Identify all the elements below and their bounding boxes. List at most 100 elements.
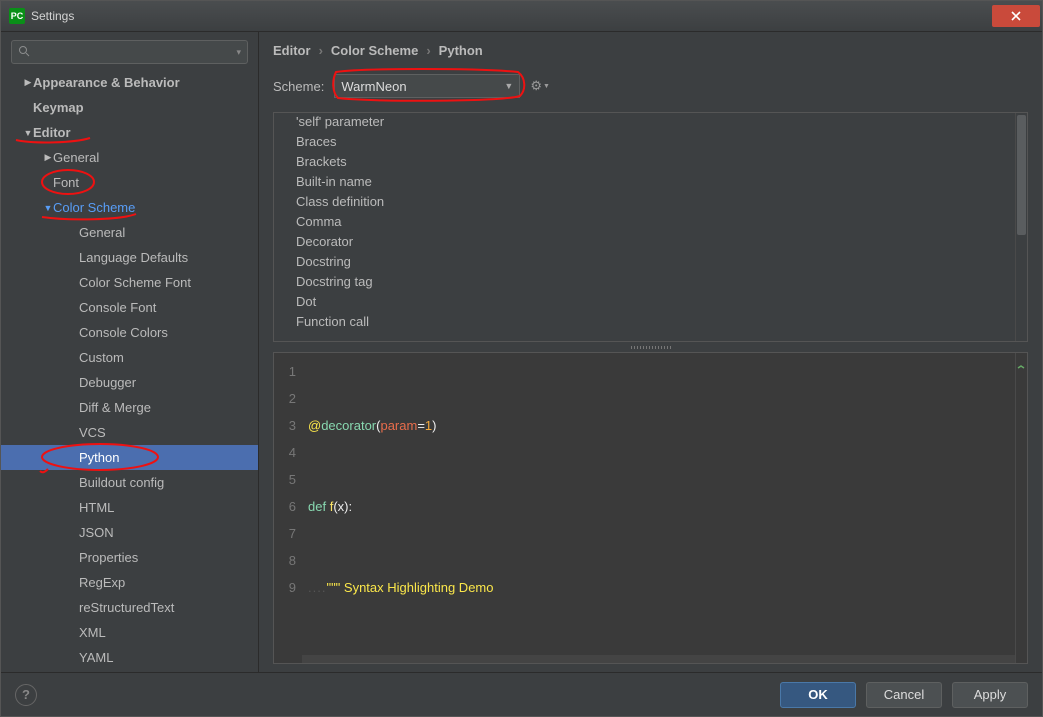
tree-item-vcs[interactable]: VCS [1,420,258,445]
splitter-handle[interactable] [273,342,1028,352]
tree-item-python[interactable]: Python [1,445,258,470]
attribute-item[interactable]: Decorator [274,233,1015,253]
tree-item-regexp[interactable]: RegExp [1,570,258,595]
tree-item-console-colors[interactable]: Console Colors [1,320,258,345]
tree-item-label: Custom [79,350,124,365]
tree-item-label: General [53,150,99,165]
chevron-down-icon: ▼ [504,81,513,91]
code-token: decorator [321,418,376,433]
tree-item-color-scheme-font[interactable]: Color Scheme Font [1,270,258,295]
code-token: ) [432,418,436,433]
collapse-icon: ▼ [23,128,33,138]
tree-item-label: Buildout config [79,475,164,490]
tree-item-color-scheme[interactable]: ▼Color Scheme [1,195,258,220]
attribute-list-panel: 'self' parameterBracesBracketsBuilt-in n… [273,112,1028,342]
attribute-item[interactable]: Braces [274,133,1015,153]
attribute-item[interactable]: Function call [274,313,1015,333]
tree-item-label: YAML [79,650,113,665]
gear-icon: ⚙ [530,78,542,94]
tree-item-general[interactable]: General [1,220,258,245]
attribute-item[interactable]: Dot [274,293,1015,313]
code-token: = [417,418,425,433]
tree-item-font[interactable]: Font [1,170,258,195]
attribute-item[interactable]: Built-in name [274,173,1015,193]
line-number: 7 [274,520,296,547]
scheme-label: Scheme: [273,79,324,94]
tree-item-xml[interactable]: XML [1,620,258,645]
chevron-right-icon: › [426,43,430,58]
tree-item-label: Console Font [79,300,156,315]
tree-item-restructuredtext[interactable]: reStructuredText [1,595,258,620]
app-icon: PC [9,8,25,24]
tree-item-language-defaults[interactable]: Language Defaults [1,245,258,270]
window-title: Settings [31,9,992,23]
line-gutter: 123456789 [274,353,302,663]
grip-icon [631,346,671,349]
attribute-item[interactable]: 'self' parameter [274,113,1015,133]
breadcrumb-item[interactable]: Color Scheme [331,43,418,58]
tree-item-label: Color Scheme Font [79,275,191,290]
cancel-button[interactable]: Cancel [866,682,942,708]
attribute-item[interactable]: Brackets [274,153,1015,173]
code-token: @ [308,418,321,433]
tree-item-label: Color Scheme [53,200,135,215]
line-number: 5 [274,466,296,493]
tree-item-debugger[interactable]: Debugger [1,370,258,395]
tree-item-general[interactable]: ▶General [1,145,258,170]
tree-item-label: Console Colors [79,325,168,340]
search-input[interactable]: ▾ [11,40,248,64]
tree-item-label: Appearance & Behavior [33,75,180,90]
attribute-item[interactable]: Class definition [274,193,1015,213]
ok-button[interactable]: OK [780,682,856,708]
tree-item-json[interactable]: JSON [1,520,258,545]
code-body: @decorator(param=1) def f(x): ....""" Sy… [302,353,1015,663]
scrollbar-thumb[interactable] [1017,115,1026,235]
scrollbar[interactable] [1015,113,1027,341]
breadcrumb-item[interactable]: Editor [273,43,311,58]
scrollbar[interactable] [1015,353,1027,663]
tree-item-properties[interactable]: Properties [1,545,258,570]
tree-item-label: Font [53,175,79,190]
line-number: 1 [274,358,296,385]
attribute-item[interactable]: Comma [274,213,1015,233]
tree-item-diff-merge[interactable]: Diff & Merge [1,395,258,420]
tree-item-label: General [79,225,125,240]
tree-item-custom[interactable]: Custom [1,345,258,370]
tree-item-label: Debugger [79,375,136,390]
attribute-item[interactable]: Docstring [274,253,1015,273]
chevron-down-icon: ▼ [543,83,550,90]
settings-sidebar: ▾ ▶Appearance & BehaviorKeymap▼Editor▶Ge… [1,32,259,672]
breadcrumb: Editor › Color Scheme › Python [259,32,1042,68]
titlebar: PC Settings [1,1,1042,32]
attribute-list[interactable]: 'self' parameterBracesBracketsBuilt-in n… [274,113,1015,341]
tree-item-yaml[interactable]: YAML [1,645,258,670]
code-token: param [380,418,417,433]
settings-tree[interactable]: ▶Appearance & BehaviorKeymap▼Editor▶Gene… [1,70,258,672]
line-number: 2 [274,385,296,412]
tree-item-editor[interactable]: ▼Editor [1,120,258,145]
apply-button[interactable]: Apply [952,682,1028,708]
tree-item-buildout-config[interactable]: Buildout config [1,470,258,495]
inspection-marker-icon [1017,357,1025,365]
tree-item-keymap[interactable]: Keymap [1,95,258,120]
attribute-item[interactable]: Docstring tag [274,273,1015,293]
tree-item-appearance-behavior[interactable]: ▶Appearance & Behavior [1,70,258,95]
scheme-actions-button[interactable]: ⚙▼ [530,78,550,94]
code-token: @param [345,661,395,663]
line-number: 9 [274,574,296,601]
tree-item-label: HTML [79,500,114,515]
line-number: 3 [274,412,296,439]
tree-item-console-font[interactable]: Console Font [1,295,258,320]
tree-item-label: JSON [79,525,114,540]
help-button[interactable]: ? [15,684,37,706]
code-token: x Parameter [395,661,469,663]
breadcrumb-item[interactable]: Python [439,43,483,58]
close-button[interactable] [992,5,1040,27]
tree-item-html[interactable]: HTML [1,495,258,520]
search-icon [18,45,30,60]
scheme-dropdown[interactable]: WarmNeon ▼ [334,74,520,98]
line-number: 6 [274,493,296,520]
tree-item-label: XML [79,625,106,640]
tree-item-label: Language Defaults [79,250,188,265]
tree-item-label: VCS [79,425,106,440]
